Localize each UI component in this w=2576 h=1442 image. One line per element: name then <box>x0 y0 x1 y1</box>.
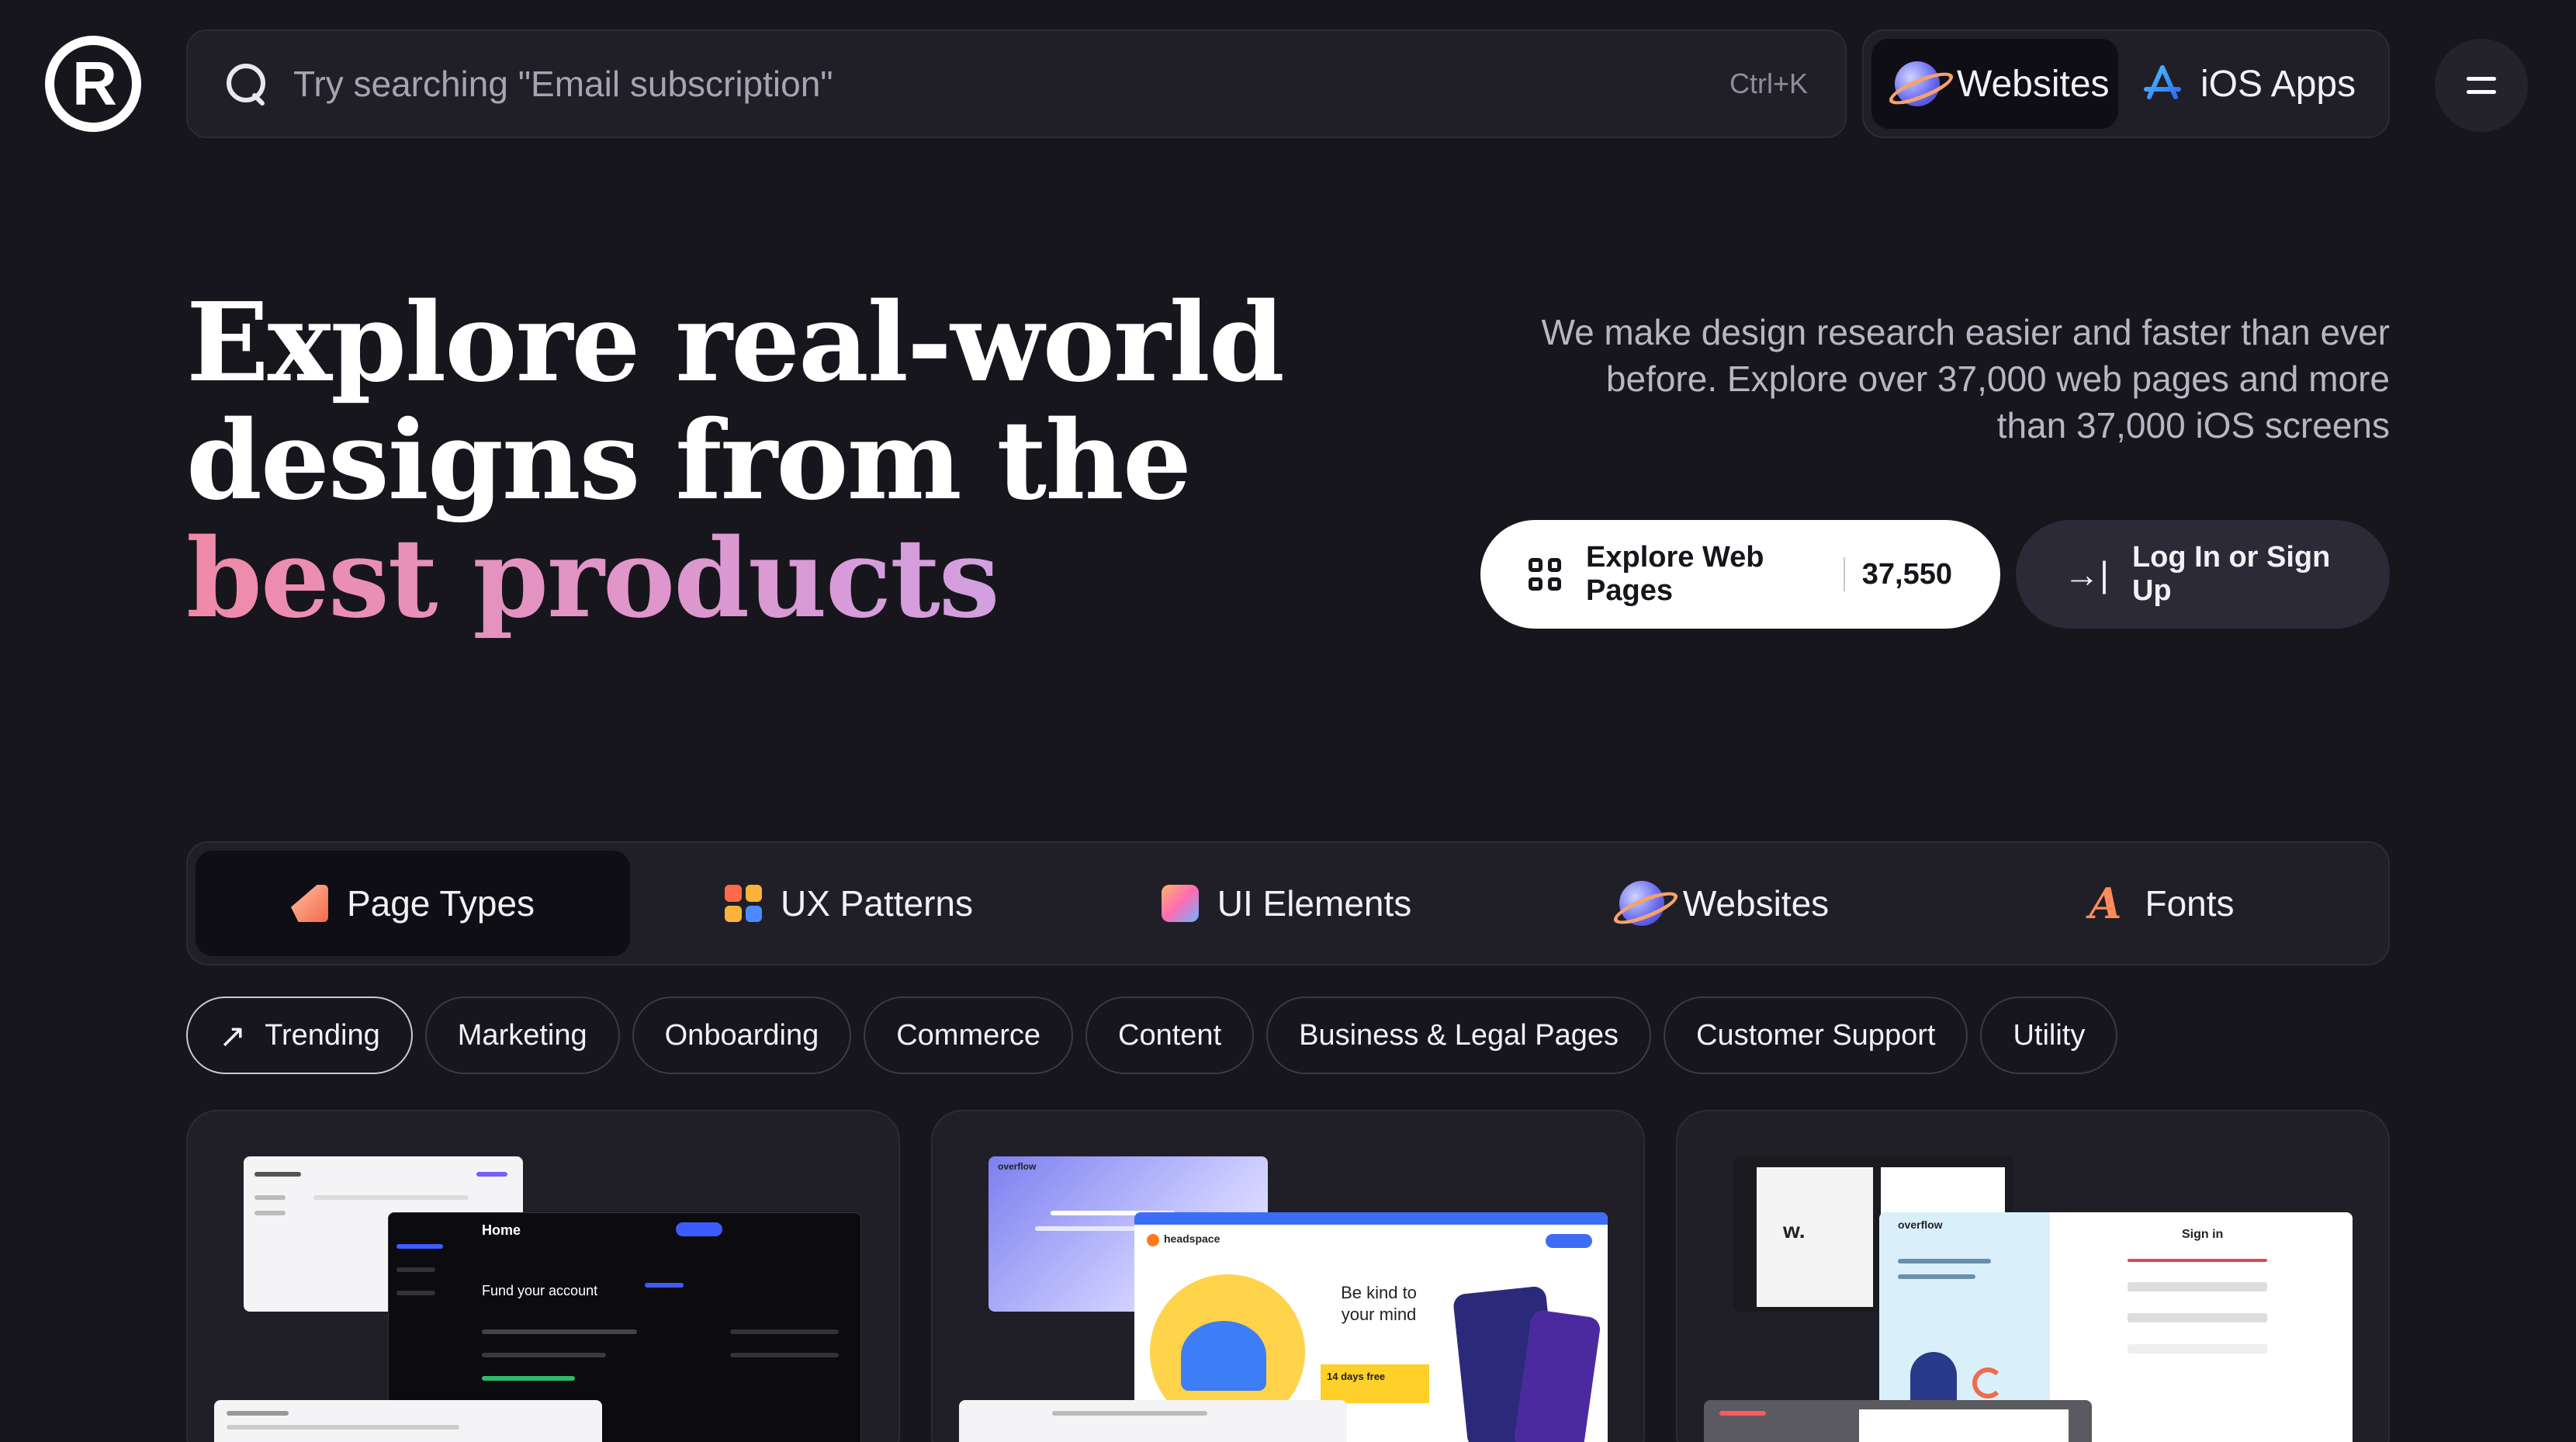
menu-button[interactable] <box>2435 39 2528 132</box>
menu-icon-line <box>2467 90 2496 94</box>
filter-utility[interactable]: Utility <box>1980 997 2118 1074</box>
card-1-title: Fund your account <box>482 1283 598 1298</box>
search-shortcut: Ctrl+K <box>1729 68 1808 99</box>
hero-title: Explore real-world designs from the best… <box>186 284 1350 638</box>
platform-toggle: Websites iOS Apps <box>1862 29 2390 138</box>
explore-web-pages-label: Explore Web Pages <box>1586 541 1764 607</box>
tab-fonts-label: Fonts <box>2145 883 2235 924</box>
filter-marketing[interactable]: Marketing <box>424 997 620 1074</box>
card-3-brand: overflow <box>1898 1218 1943 1231</box>
page-card-2[interactable]: overflow headspace Be kind to your mind … <box>931 1110 1645 1442</box>
filter-trending-label: Trending <box>265 1018 380 1052</box>
logo[interactable]: R <box>45 36 141 132</box>
card-3-screenshot-bottom <box>1704 1400 2092 1442</box>
filter-commerce-label: Commerce <box>896 1018 1041 1052</box>
filter-customer-support-label: Customer Support <box>1696 1018 1936 1052</box>
tab-ux-patterns-label: UX Patterns <box>781 883 973 924</box>
logo-letter: R <box>72 49 117 118</box>
hero-title-line-1: Explore real-world <box>186 279 1285 407</box>
card-3-login-title: Sign in <box>2182 1228 2224 1241</box>
tab-websites[interactable]: Websites <box>1505 851 1943 956</box>
grid-icon <box>1529 558 1561 591</box>
login-signup-label: Log In or Sign Up <box>2131 541 2331 607</box>
filter-business-legal-label: Business & Legal Pages <box>1299 1018 1619 1052</box>
platform-ios-button[interactable]: iOS Apps <box>2118 39 2379 129</box>
ux-patterns-icon <box>725 885 762 922</box>
page-card-3[interactable]: w. overflow Sign in <box>1676 1110 2390 1442</box>
card-2-promo: 14 days free <box>1321 1364 1429 1403</box>
menu-icon <box>2467 77 2496 81</box>
card-2-other-brand: overflow <box>998 1161 1037 1172</box>
hero-title-line-2: designs from the <box>186 397 1192 525</box>
tab-websites-label: Websites <box>1682 883 1830 924</box>
planet-icon <box>1895 61 1940 106</box>
filter-business-legal[interactable]: Business & Legal Pages <box>1266 997 1652 1074</box>
card-1-heading: Home <box>482 1222 521 1238</box>
filter-pills: ↗ Trending Marketing Onboarding Commerce… <box>186 997 2118 1074</box>
hero-title-line-3: best products <box>186 520 1350 638</box>
tab-ui-elements[interactable]: UI Elements <box>1068 851 1505 956</box>
card-2-brand: headspace <box>1164 1232 1220 1245</box>
card-2-headline: Be kind to your mind <box>1341 1283 1417 1324</box>
category-tabs: Page Types UX Patterns UI Elements Websi… <box>186 841 2390 965</box>
login-arrow-icon: →| <box>2064 554 2109 594</box>
app-store-icon <box>2144 65 2181 99</box>
tab-ux-patterns[interactable]: UX Patterns <box>630 851 1068 956</box>
card-2-screenshot-bottom <box>959 1400 1347 1442</box>
filter-onboarding-label: Onboarding <box>664 1018 819 1052</box>
hero-subtitle: We make design research easier and faste… <box>1541 312 2390 445</box>
filter-customer-support[interactable]: Customer Support <box>1664 997 1968 1074</box>
login-signup-button[interactable]: →| Log In or Sign Up <box>2016 520 2390 629</box>
filter-onboarding[interactable]: Onboarding <box>632 997 852 1074</box>
search-input[interactable] <box>293 63 1729 105</box>
filter-utility-label: Utility <box>2013 1018 2086 1052</box>
platform-websites-label: Websites <box>1957 63 2110 105</box>
tab-fonts[interactable]: A Fonts <box>1943 851 2380 956</box>
web-pages-count: 37,550 <box>1861 557 1952 591</box>
arrow-up-right-icon: ↗ <box>219 1017 247 1054</box>
ui-elements-icon <box>1161 885 1199 922</box>
tab-ui-elements-label: UI Elements <box>1217 883 1412 924</box>
search-icon <box>225 62 268 106</box>
page-types-icon <box>290 885 328 922</box>
tab-page-types[interactable]: Page Types <box>196 851 630 956</box>
filter-commerce[interactable]: Commerce <box>864 997 1074 1074</box>
headspace-logo-icon <box>1147 1234 1159 1246</box>
platform-ios-label: iOS Apps <box>2200 63 2356 105</box>
page-card-1[interactable]: Home Fund your account <box>186 1110 900 1442</box>
cta-divider <box>1844 557 1845 591</box>
filter-content[interactable]: Content <box>1085 997 1255 1074</box>
explore-web-pages-button[interactable]: Explore Web Pages 37,550 <box>1480 520 2000 629</box>
filter-content-label: Content <box>1118 1018 1222 1052</box>
platform-websites-button[interactable]: Websites <box>1871 39 2118 129</box>
tab-page-types-label: Page Types <box>346 883 535 924</box>
filter-trending[interactable]: ↗ Trending <box>186 997 413 1074</box>
fonts-icon: A <box>2089 879 2122 928</box>
filter-marketing-label: Marketing <box>457 1018 587 1052</box>
planet-icon <box>1619 881 1664 926</box>
card-3-logo: w. <box>1783 1218 1806 1243</box>
card-1-screenshot-bottom <box>214 1400 602 1442</box>
search-bar[interactable]: Ctrl+K <box>186 29 1847 138</box>
